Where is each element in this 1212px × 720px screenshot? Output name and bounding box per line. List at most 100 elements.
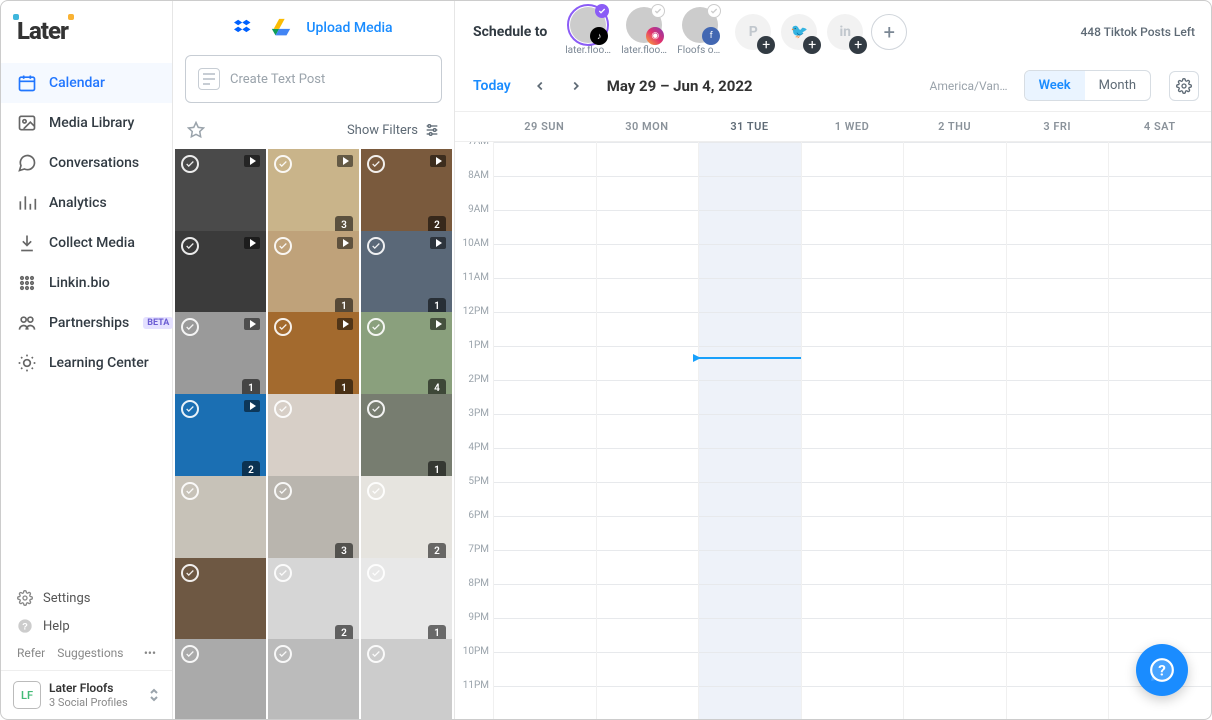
select-check-icon[interactable] <box>181 237 199 255</box>
media-item[interactable]: 2 <box>268 558 359 649</box>
select-check-icon[interactable] <box>181 318 199 336</box>
media-item[interactable]: 2 <box>361 476 452 567</box>
month-view-button[interactable]: Month <box>1085 71 1150 100</box>
create-text-post-button[interactable]: Create Text Post <box>185 55 442 103</box>
media-item[interactable]: 1 <box>361 231 452 322</box>
day-column[interactable] <box>801 142 904 719</box>
day-column[interactable] <box>903 142 1006 719</box>
select-check-icon[interactable] <box>274 645 292 663</box>
google-drive-icon[interactable] <box>270 17 292 39</box>
media-item[interactable] <box>361 639 452 719</box>
media-item[interactable] <box>175 476 266 567</box>
select-check-icon[interactable] <box>181 482 199 500</box>
time-label: 4PM <box>455 442 493 476</box>
select-check-icon[interactable] <box>274 400 292 418</box>
select-check-icon[interactable] <box>274 482 292 500</box>
media-item[interactable]: 4 <box>361 312 452 403</box>
social-account-facebook[interactable]: fFloofs of … <box>677 7 723 56</box>
sidebar-item-conversations[interactable]: Conversations <box>1 143 172 183</box>
day-column[interactable] <box>698 142 801 719</box>
media-item[interactable]: 1 <box>268 231 359 322</box>
media-item[interactable]: 3 <box>268 476 359 567</box>
sidebar-item-collect-media[interactable]: Collect Media <box>1 223 172 263</box>
media-item[interactable] <box>175 149 266 240</box>
day-column[interactable] <box>493 142 596 719</box>
media-item[interactable]: 3 <box>268 149 359 240</box>
filters-row: Show Filters <box>173 115 454 149</box>
sidebar-item-calendar[interactable]: Calendar <box>1 63 172 103</box>
sidebar-item-analytics[interactable]: Analytics <box>1 183 172 223</box>
add-linkedin-account[interactable]: in+ <box>827 14 863 50</box>
media-item[interactable]: 2 <box>175 394 266 485</box>
upload-media-link[interactable]: Upload Media <box>306 20 392 36</box>
select-check-icon[interactable] <box>181 400 199 418</box>
day-columns: ➤ <box>493 142 1211 719</box>
select-check-icon[interactable] <box>181 564 199 582</box>
help-link[interactable]: ? Help <box>17 612 156 640</box>
sidebar-item-partnerships[interactable]: PartnershipsBETA <box>1 303 172 343</box>
calendar-settings-button[interactable] <box>1169 71 1199 101</box>
media-item[interactable]: 1 <box>268 312 359 403</box>
select-check-icon[interactable] <box>274 318 292 336</box>
prev-week-button[interactable] <box>527 73 553 99</box>
time-label: 2PM <box>455 374 493 408</box>
add-twitter-account[interactable]: 🐦+ <box>781 14 817 50</box>
chart-icon <box>17 193 37 213</box>
suggestions-link[interactable]: Suggestions <box>57 646 123 660</box>
select-check-icon[interactable] <box>367 482 385 500</box>
help-chat-button[interactable]: ? <box>1136 644 1188 696</box>
media-grid: 3211114213221 <box>173 149 454 719</box>
add-social-button[interactable]: + <box>871 14 907 50</box>
next-week-button[interactable] <box>563 73 589 99</box>
media-item[interactable]: 2 <box>361 149 452 240</box>
video-icon <box>244 400 260 412</box>
settings-link[interactable]: Settings <box>17 584 156 612</box>
select-check-icon[interactable] <box>367 318 385 336</box>
select-check-icon[interactable] <box>367 237 385 255</box>
select-check-icon[interactable] <box>181 645 199 663</box>
media-item[interactable] <box>175 231 266 322</box>
media-item[interactable]: 1 <box>361 394 452 485</box>
selected-check-icon <box>707 4 721 18</box>
today-button[interactable]: Today <box>467 74 517 98</box>
dropbox-icon[interactable] <box>234 17 256 39</box>
day-column[interactable] <box>1108 142 1211 719</box>
plus-icon: + <box>849 36 867 54</box>
select-check-icon[interactable] <box>367 400 385 418</box>
gear-icon <box>17 590 33 606</box>
select-check-icon[interactable] <box>367 155 385 173</box>
timezone-selector[interactable]: America/Van… <box>930 79 1008 93</box>
calendar-body[interactable]: 7AM8AM9AM10AM11AM12PM1PM2PM3PM4PM5PM6PM7… <box>455 142 1211 719</box>
avatar: ◉ <box>626 7 662 43</box>
view-toggle: Week Month <box>1024 70 1151 101</box>
download-icon <box>17 233 37 253</box>
week-view-button[interactable]: Week <box>1025 71 1085 100</box>
time-label: 10AM <box>455 238 493 272</box>
add-pinterest-account[interactable]: P+ <box>735 14 771 50</box>
select-check-icon[interactable] <box>181 155 199 173</box>
select-check-icon[interactable] <box>367 645 385 663</box>
account-switcher[interactable]: LF Later Floofs 3 Social Profiles <box>1 670 172 719</box>
day-column[interactable] <box>1006 142 1109 719</box>
show-filters-button[interactable]: Show Filters <box>347 122 440 138</box>
media-item[interactable] <box>268 639 359 719</box>
media-item[interactable] <box>268 394 359 485</box>
select-check-icon[interactable] <box>367 564 385 582</box>
select-check-icon[interactable] <box>274 237 292 255</box>
sidebar-item-linkin-bio[interactable]: Linkin.bio <box>1 263 172 303</box>
select-check-icon[interactable] <box>274 155 292 173</box>
sidebar-item-media-library[interactable]: Media Library <box>1 103 172 143</box>
media-item[interactable] <box>175 558 266 649</box>
sidebar-item-learning-center[interactable]: Learning Center <box>1 343 172 383</box>
select-check-icon[interactable] <box>274 564 292 582</box>
more-icon[interactable]: ••• <box>144 646 156 660</box>
media-item[interactable] <box>175 639 266 719</box>
day-column[interactable]: ➤ <box>596 142 699 719</box>
social-account-instagram[interactable]: ◉later.floofs <box>621 7 667 56</box>
social-account-tiktok[interactable]: ♪later.floofs <box>565 7 611 56</box>
star-filter-icon[interactable] <box>187 121 205 139</box>
refer-link[interactable]: Refer <box>17 646 45 660</box>
day-header-row: 29 SUN30 MON31 TUE1 WED2 THU3 FRI4 SAT <box>455 112 1211 142</box>
media-item[interactable]: 1 <box>175 312 266 403</box>
media-item[interactable]: 1 <box>361 558 452 649</box>
